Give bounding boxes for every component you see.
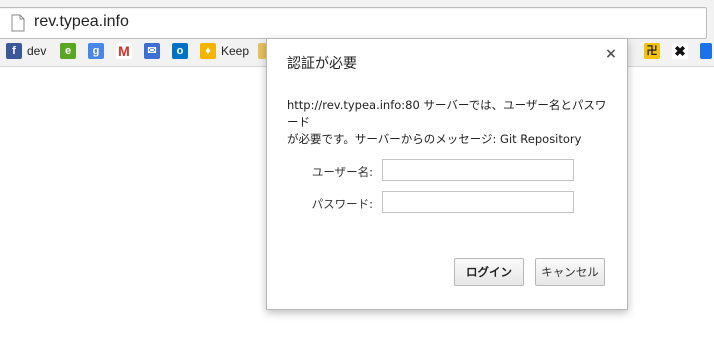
facebook-icon: f [6, 43, 22, 59]
bookmark-google[interactable]: g [88, 42, 104, 60]
dialog-message: http://rev.typea.info:80 サーバーでは、ユーザー名とパス… [287, 97, 617, 148]
password-field[interactable] [382, 191, 574, 213]
username-label: ユーザー名: [311, 165, 373, 179]
bookmark-inbox[interactable]: ✉ [144, 42, 160, 60]
keep-icon: ♦ [200, 43, 216, 59]
bookmark-keep[interactable]: ♦ Keep [200, 42, 249, 60]
password-row: パスワード: [267, 191, 627, 215]
cancel-button[interactable]: キャンセル [535, 258, 605, 286]
gmail-icon: M [116, 43, 132, 59]
bookmark-label: dev [27, 44, 47, 58]
message-line: が必要です。サーバーからのメッセージ: Git Repository [287, 132, 582, 146]
url-text[interactable]: rev.typea.info [34, 13, 129, 31]
password-label: パスワード: [311, 197, 373, 211]
bookmark-outlook[interactable]: o [172, 42, 188, 60]
address-bar[interactable]: rev.typea.info [0, 7, 707, 39]
inbox-icon: ✉ [144, 43, 160, 59]
outlook-icon: o [172, 43, 188, 59]
folder-icon [258, 43, 266, 59]
bookmark-right-3[interactable]: ✖ [672, 42, 688, 60]
message-line: http://rev.typea.info:80 サーバーでは、ユーザー名とパス… [287, 98, 607, 129]
username-row: ユーザー名: [267, 159, 627, 183]
bookmark-right-2[interactable]: 卍 [644, 42, 660, 60]
close-icon[interactable]: × [603, 46, 619, 62]
bookmark-right-4[interactable] [700, 42, 712, 60]
auth-dialog: 認証が必要 × http://rev.typea.info:80 サーバーでは、… [266, 38, 628, 310]
blue-square-icon [700, 43, 712, 59]
bookmark-label: Keep [221, 44, 250, 58]
puzzle-icon: ✖ [672, 43, 688, 59]
login-button[interactable]: ログイン [454, 258, 524, 286]
google-icon: g [88, 43, 104, 59]
bookmark-gmail[interactable]: M [116, 42, 132, 60]
dialog-title: 認証が必要 [287, 56, 357, 72]
username-field[interactable] [382, 159, 574, 181]
evernote-icon: e [60, 43, 76, 59]
page-icon [11, 14, 25, 32]
bookmark-folder[interactable] [258, 42, 266, 60]
app-icon: 卍 [644, 43, 660, 59]
bookmark-dev[interactable]: f dev [6, 42, 46, 60]
bookmark-evernote[interactable]: e [60, 42, 76, 60]
